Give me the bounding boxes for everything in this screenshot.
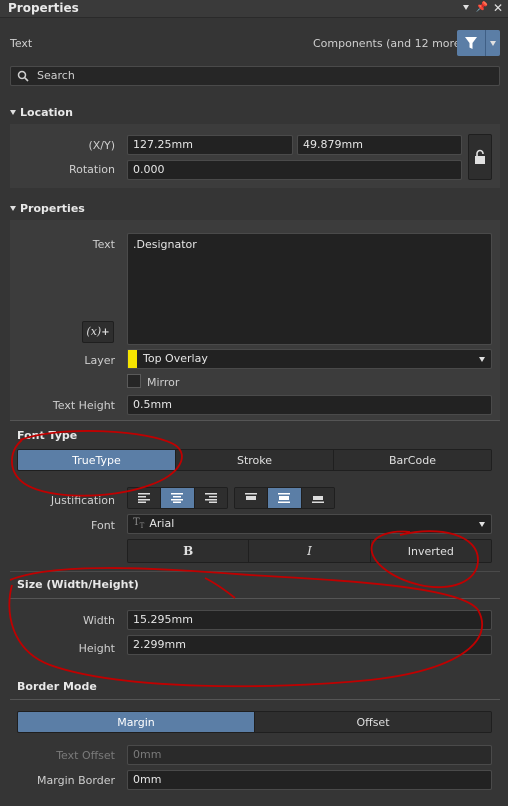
- annotation-circle-size: [8, 567, 483, 688]
- annotation-circle-font-type: [11, 430, 183, 497]
- annotation-circle-inverted: [370, 530, 479, 589]
- annotation-overlay: [8, 430, 483, 688]
